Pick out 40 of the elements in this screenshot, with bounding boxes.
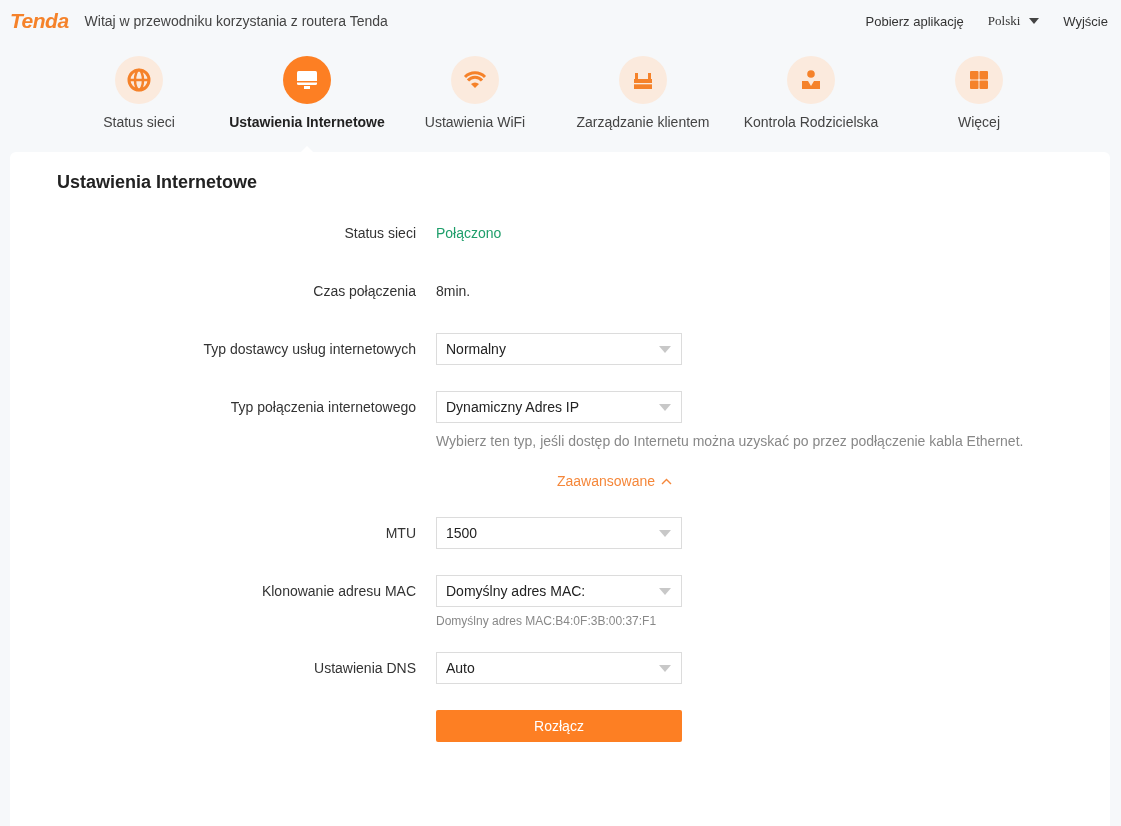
- header-link[interactable]: Pobierz aplikację: [865, 13, 964, 29]
- field-label: MTU: [384, 524, 417, 543]
- select-field[interactable]: Normalny: [436, 333, 682, 365]
- status-value: Połączono: [436, 224, 502, 243]
- header-link[interactable]: Wyjście: [1063, 13, 1108, 29]
- field-label: Ustawienia DNS: [313, 659, 417, 678]
- wifi-icon: [451, 56, 499, 104]
- select-field[interactable]: Auto: [436, 652, 682, 684]
- dropdown-arrow-icon: [659, 345, 671, 353]
- caret-icon: [1029, 18, 1040, 24]
- chevron-up-icon: [661, 477, 673, 485]
- language-dropdown[interactable]: Polski: [987, 13, 1040, 29]
- nav-tab[interactable]: Status sieci: [55, 42, 223, 152]
- hint-text: Wybierz ten typ, jeśli dostęp do Internetu można uzyskać po przez podłączenie kabla Ethernet.: [436, 433, 1024, 449]
- hint-text: Domyślny adres MAC:B4:0F:3B:00:37:F1: [436, 614, 658, 628]
- select-field[interactable]: Dynamiczny Adres IP: [436, 391, 682, 423]
- dropdown-arrow-icon: [659, 664, 671, 672]
- dropdown-arrow-icon: [659, 587, 671, 595]
- globe-icon: [115, 56, 163, 104]
- nav-tab[interactable]: Zarządzanie klientem: [559, 42, 727, 152]
- panel-title: Ustawienia Internetowe: [57, 172, 259, 193]
- dropdown-arrow-icon: [659, 403, 671, 411]
- grid-icon: [955, 56, 1003, 104]
- welcome-text: Witaj w przewodniku korzystania z routera Tenda: [84, 13, 388, 29]
- field-label: Status sieci: [343, 224, 417, 243]
- router-icon: [619, 56, 667, 104]
- logo: Tenda: [10, 9, 69, 33]
- nav-tab[interactable]: Kontrola Rodzicielska: [727, 42, 895, 152]
- nav-tab[interactable]: Ustawienia WiFi: [391, 42, 559, 152]
- field-label: Typ połączenia internetowego: [229, 398, 417, 417]
- monitor-icon: [283, 56, 331, 104]
- select-field[interactable]: 1500: [436, 517, 682, 549]
- person-icon: [787, 56, 835, 104]
- field-label: Klonowanie adresu MAC: [260, 582, 417, 601]
- field-label: Czas połączenia: [312, 282, 417, 301]
- field-value: 8min.: [436, 282, 471, 301]
- select-field[interactable]: Domyślny adres MAC:: [436, 575, 682, 607]
- dropdown-arrow-icon: [659, 529, 671, 537]
- nav-tab[interactable]: Więcej: [895, 42, 1063, 152]
- field-label: Typ dostawcy usług internetowych: [202, 340, 417, 359]
